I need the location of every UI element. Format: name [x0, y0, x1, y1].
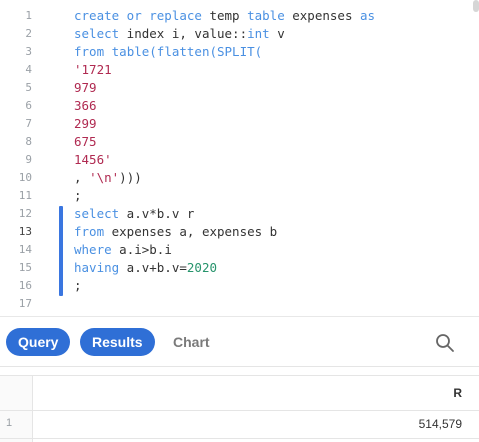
- line-number: 1: [25, 9, 32, 22]
- code-text: 366: [74, 98, 97, 113]
- code-text: where a.i>b.i: [74, 242, 172, 257]
- header-row: R: [0, 375, 479, 411]
- code-line[interactable]: 5 979: [0, 79, 479, 97]
- code-line[interactable]: 7 299: [0, 115, 479, 133]
- line-number: 12: [18, 207, 32, 220]
- code-text: ;: [74, 278, 82, 293]
- code-text: 299: [74, 116, 97, 131]
- line-number: 9: [25, 153, 32, 166]
- code-line[interactable]: 17: [0, 295, 479, 313]
- row-number: 1: [6, 417, 13, 429]
- code-line[interactable]: 14 where a.i>b.i: [0, 241, 479, 259]
- code-line[interactable]: 16;: [0, 277, 479, 295]
- line-number: 16: [18, 279, 32, 292]
- code-line[interactable]: 3 from table(flatten(SPLIT(: [0, 43, 479, 61]
- table-cell[interactable]: 514,579: [419, 417, 462, 431]
- code-line[interactable]: 12 select a.v*b.v r: [0, 205, 479, 223]
- search-button[interactable]: [434, 332, 456, 354]
- line-number: 6: [25, 99, 32, 112]
- line-number: 8: [25, 135, 32, 148]
- code-text: from expenses a, expenses b: [74, 224, 278, 239]
- results-tab[interactable]: Results: [80, 328, 155, 356]
- code-text: 675: [74, 134, 97, 149]
- query-tab[interactable]: Query: [6, 328, 71, 356]
- results-grid: R 1 514,579: [0, 366, 479, 442]
- code-text: , '\n'))): [74, 170, 142, 185]
- code-line[interactable]: 2 select index i, value::int v: [0, 25, 479, 43]
- bottom-tabbar: Query Results Chart: [0, 316, 479, 367]
- code-text: having a.v+b.v=2020: [74, 260, 217, 275]
- line-number: 13: [18, 225, 32, 238]
- line-number: 3: [25, 45, 32, 58]
- code-text: '1721: [74, 62, 112, 77]
- line-number: 4: [25, 63, 32, 76]
- selected-statement-marker: [59, 206, 63, 296]
- line-number: 2: [25, 27, 32, 40]
- code-line[interactable]: 6 366: [0, 97, 479, 115]
- line-number: 17: [18, 297, 32, 310]
- code-line[interactable]: 10 , '\n'))): [0, 169, 479, 187]
- line-number: 5: [25, 81, 32, 94]
- code-text: 979: [74, 80, 97, 95]
- chart-tab[interactable]: Chart: [161, 328, 222, 356]
- line-number: 10: [18, 171, 32, 184]
- search-icon: [436, 334, 454, 352]
- code-line[interactable]: 4 '1721: [0, 61, 479, 79]
- code-line[interactable]: 11;: [0, 187, 479, 205]
- code-line[interactable]: 8 675: [0, 133, 479, 151]
- code-text: create or replace temp table expenses as: [74, 8, 376, 23]
- code-line[interactable]: 9 1456': [0, 151, 479, 169]
- code-text: select a.v*b.v r: [74, 206, 195, 221]
- column-header-r[interactable]: R: [453, 386, 462, 400]
- line-number: 14: [18, 243, 32, 256]
- sql-editor[interactable]: 1 create or replace temp table expenses a…: [0, 0, 479, 316]
- line-number: 11: [18, 189, 32, 202]
- code-line[interactable]: 15 having a.v+b.v=2020: [0, 259, 479, 277]
- code-text: select index i, value::int v: [74, 26, 285, 41]
- line-number: 15: [18, 261, 32, 274]
- code-line[interactable]: 1 create or replace temp table expenses a…: [0, 7, 479, 25]
- code-line[interactable]: 13 from expenses a, expenses b: [0, 223, 479, 241]
- code-text: ;: [74, 188, 82, 203]
- table-row[interactable]: 1 514,579: [0, 410, 479, 439]
- code-text: 1456': [74, 152, 112, 167]
- code-text: from table(flatten(SPLIT(: [74, 44, 263, 59]
- line-number: 7: [25, 117, 32, 130]
